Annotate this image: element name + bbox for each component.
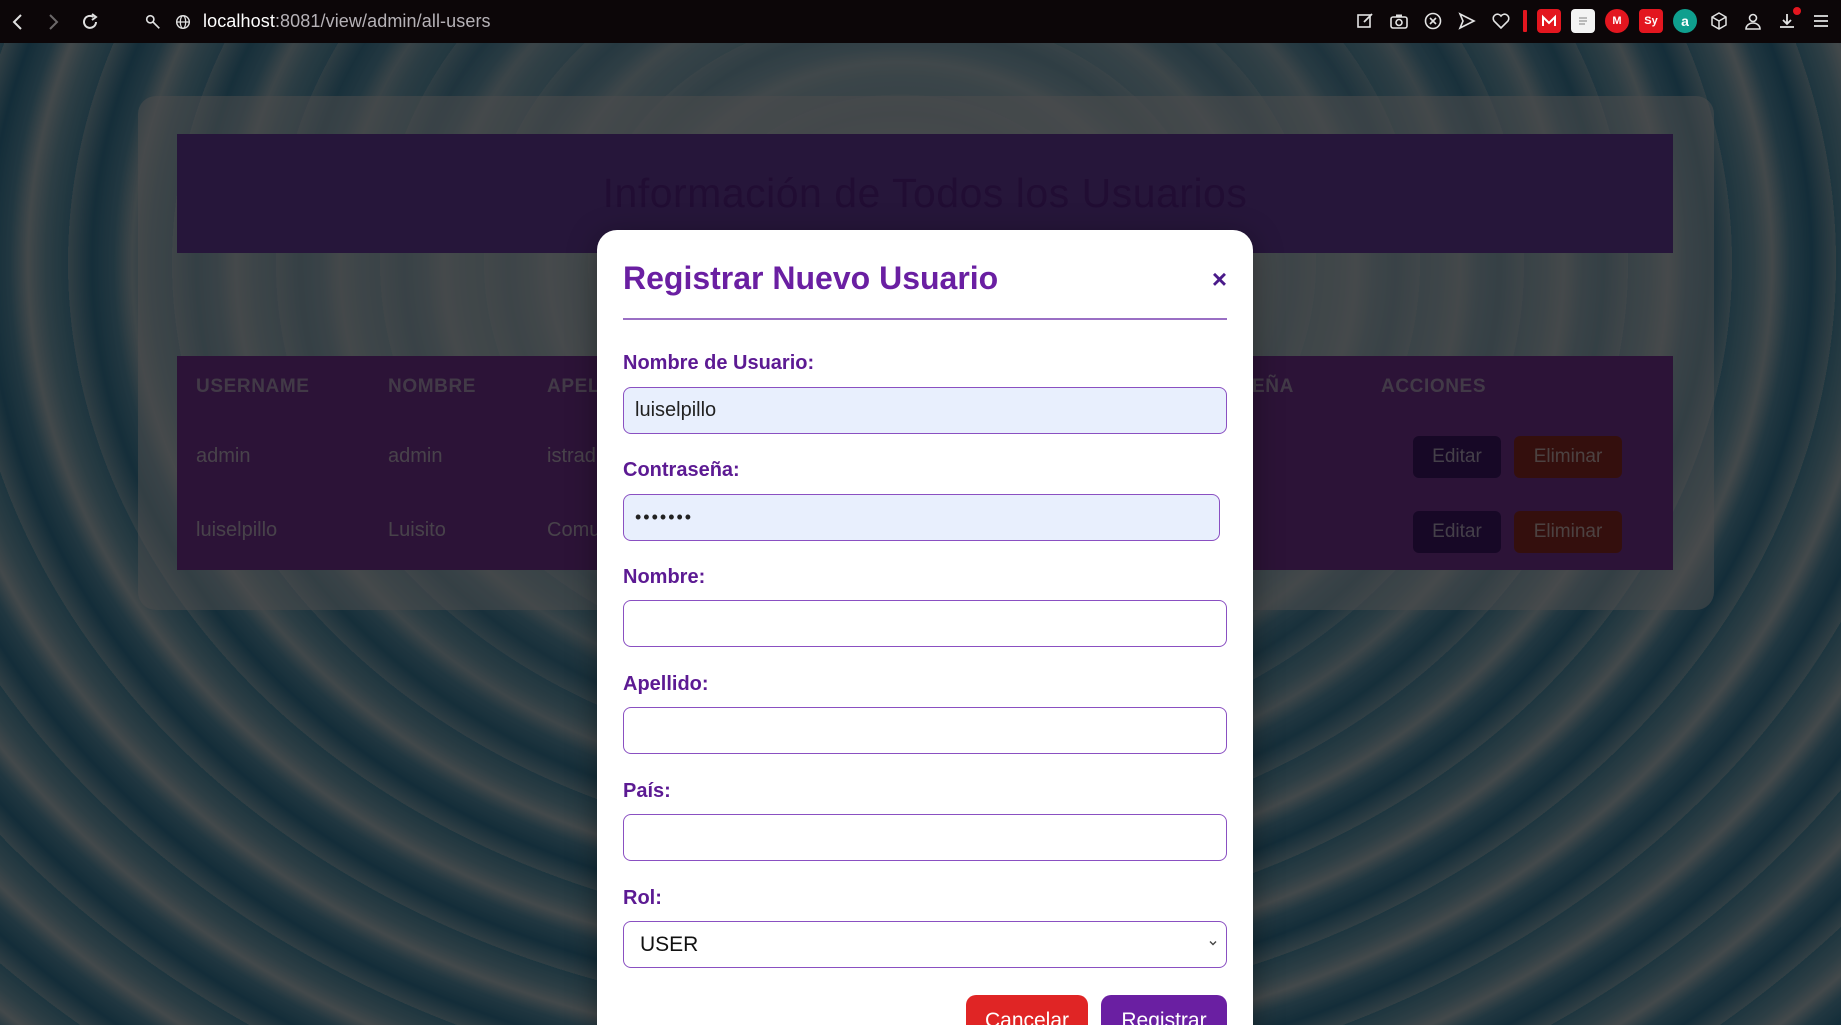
nombre-label: Nombre:	[623, 566, 706, 588]
pais-input[interactable]	[623, 814, 1227, 861]
apellido-input[interactable]	[623, 707, 1227, 754]
username-input[interactable]: luiselpillo	[623, 387, 1227, 434]
rol-select[interactable]: USER	[623, 921, 1227, 968]
notification-dot	[1793, 7, 1801, 15]
block-icon[interactable]	[1421, 9, 1445, 33]
edit-page-icon[interactable]	[1353, 9, 1377, 33]
camera-icon[interactable]	[1387, 9, 1411, 33]
sy-extension-icon[interactable]: Sy	[1639, 9, 1663, 33]
download-icon[interactable]	[1775, 7, 1801, 33]
heart-icon[interactable]	[1489, 9, 1513, 33]
mega-extension-icon[interactable]	[1537, 9, 1561, 33]
rol-label: Rol:	[623, 887, 662, 909]
register-button[interactable]: Registrar	[1101, 995, 1227, 1025]
m-extension-icon[interactable]: M	[1605, 9, 1629, 33]
modal-divider	[623, 318, 1227, 320]
url-text: localhost:8081/view/admin/all-users	[203, 11, 491, 31]
cube-icon[interactable]	[1707, 9, 1731, 33]
rol-selected-value: USER	[640, 932, 699, 956]
nombre-input[interactable]	[623, 600, 1227, 647]
a-extension-icon[interactable]: a	[1673, 9, 1697, 33]
toolbar-separator	[1523, 10, 1527, 32]
register-user-modal: Registrar Nuevo Usuario × Nombre de Usua…	[597, 230, 1253, 1025]
profile-icon[interactable]	[1741, 9, 1765, 33]
extensions-bar: M Sy a	[1353, 6, 1833, 36]
back-icon[interactable]	[3, 7, 33, 37]
globe-icon	[173, 12, 193, 32]
modal-title: Registrar Nuevo Usuario	[623, 260, 999, 296]
address-bar[interactable]: localhost:8081/view/admin/all-users	[143, 7, 491, 37]
browser-toolbar: localhost:8081/view/admin/all-users M Sy…	[0, 0, 1841, 43]
document-icon[interactable]	[1571, 9, 1595, 33]
cancel-button[interactable]: Cancelar	[966, 995, 1088, 1025]
close-icon[interactable]: ×	[1212, 266, 1227, 292]
password-input[interactable]: •••••••	[623, 494, 1220, 541]
forward-icon[interactable]	[38, 7, 68, 37]
password-label: Contraseña:	[623, 459, 740, 481]
chevron-down-icon	[1208, 937, 1218, 951]
pais-label: País:	[623, 780, 671, 802]
send-icon[interactable]	[1455, 9, 1479, 33]
site-settings-icon[interactable]	[143, 12, 163, 32]
menu-icon[interactable]	[1809, 9, 1833, 33]
reload-icon[interactable]	[75, 7, 105, 37]
apellido-label: Apellido:	[623, 673, 709, 695]
username-label: Nombre de Usuario:	[623, 352, 815, 374]
